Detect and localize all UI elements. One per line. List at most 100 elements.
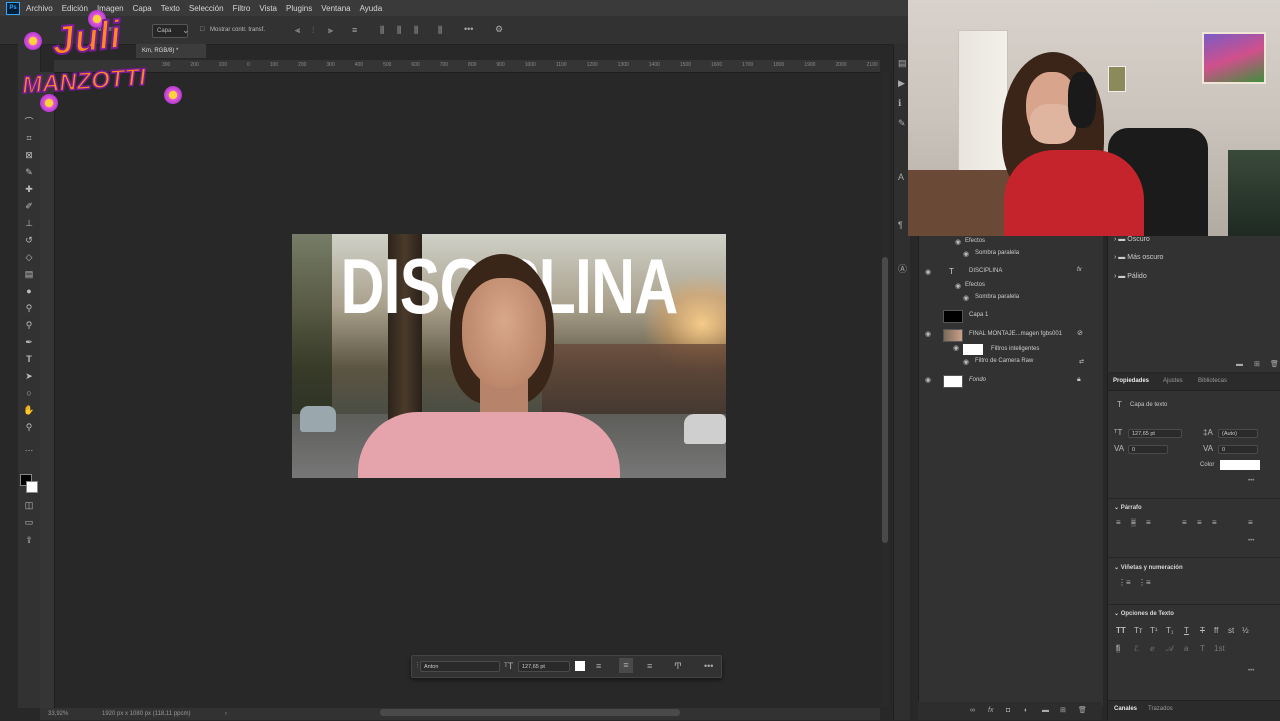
artwork-image[interactable]: DISCIPLINA: [292, 234, 726, 478]
tab-bibliotecas[interactable]: Bibliotecas: [1198, 378, 1227, 384]
justify-last-center-icon[interactable]: ≡: [1197, 518, 1202, 527]
font-size-select[interactable]: 127,65 pt: [518, 661, 570, 672]
underline-icon[interactable]: T: [1184, 626, 1189, 635]
paragraph-panel-icon[interactable]: ¶: [898, 220, 903, 230]
character-panel-icon[interactable]: A: [898, 172, 904, 182]
bulleted-list-icon[interactable]: ⋮≡: [1118, 578, 1131, 587]
smart-filters-row[interactable]: ◉ Filtros inteligentes: [919, 344, 1103, 356]
menu-seleccion[interactable]: Selección: [189, 4, 224, 13]
strikethrough-icon[interactable]: T: [1200, 626, 1205, 635]
add-mask-icon[interactable]: ◘: [1006, 706, 1010, 716]
distribute-center-icon[interactable]: ⫼: [397, 25, 401, 35]
vertical-ruler[interactable]: [40, 72, 55, 708]
subscript-icon[interactable]: T₁: [1166, 626, 1174, 635]
more-options-icon[interactable]: •••: [1248, 668, 1254, 674]
menu-ayuda[interactable]: Ayuda: [360, 4, 383, 13]
zoom-tool-icon[interactable]: ⚲: [23, 421, 35, 433]
font-size-field[interactable]: 127,65 pt: [1128, 429, 1182, 438]
eye-icon[interactable]: ◉: [963, 250, 969, 258]
tracking-field[interactable]: 0: [1218, 445, 1258, 454]
menu-filtro[interactable]: Filtro: [233, 4, 251, 13]
text-color-swatch[interactable]: [575, 661, 585, 671]
distribute-spacing-icon[interactable]: ⫼: [438, 25, 442, 35]
lasso-tool-icon[interactable]: ⌒: [23, 116, 35, 128]
contextual-alternates-icon[interactable]: ℰ: [1134, 644, 1139, 653]
more-options-icon[interactable]: •••: [704, 661, 713, 671]
small-caps-icon[interactable]: Tт: [1134, 626, 1143, 635]
zoom-level[interactable]: 33,92%: [48, 708, 68, 720]
menu-vista[interactable]: Vista: [259, 4, 277, 13]
standard-ligature-icon[interactable]: fi: [1116, 644, 1120, 653]
eye-icon[interactable]: ◉: [925, 376, 931, 384]
play-actions-icon[interactable]: ▶: [898, 78, 905, 88]
glyphs-panel-icon[interactable]: Ⓐ: [898, 264, 907, 274]
align-right-icon[interactable]: ≡: [647, 661, 652, 671]
frame-tool-icon[interactable]: ⊠: [23, 149, 35, 161]
brush-settings-icon[interactable]: ✎: [898, 118, 906, 128]
numbered-list-icon[interactable]: ⋮≡: [1138, 578, 1151, 587]
superscript-icon[interactable]: T¹: [1150, 626, 1158, 635]
more-options-icon[interactable]: •••: [1248, 478, 1254, 484]
paragraph-section-title[interactable]: ⌄ Párrafo: [1114, 504, 1142, 511]
text-options-icon[interactable]: Ͳ: [674, 661, 682, 671]
layer-row-fondo[interactable]: ◉ Fondo 🔒︎: [919, 374, 1103, 388]
checkbox-icon[interactable]: □: [200, 25, 204, 35]
more-options-icon[interactable]: •••: [464, 24, 473, 34]
new-layer-icon[interactable]: ⊞: [1060, 706, 1066, 716]
filter-mask-thumbnail[interactable]: [963, 344, 983, 355]
horizontal-scrollbar[interactable]: [380, 709, 680, 716]
add-layer-style-icon[interactable]: fx: [988, 706, 993, 716]
chevron-right-icon[interactable]: ›: [225, 708, 227, 720]
ordinal-icon[interactable]: st: [1228, 626, 1234, 635]
ellipse-tool-icon[interactable]: ○: [23, 387, 35, 399]
more-tools-icon[interactable]: …: [23, 442, 35, 454]
swash-icon[interactable]: 𝒜: [1166, 644, 1174, 654]
distribute-top-icon[interactable]: ⫼: [380, 25, 384, 35]
ligature-icon[interactable]: ff: [1214, 626, 1218, 635]
kerning-field[interactable]: 0: [1128, 445, 1168, 454]
align-horizontal-centers-icon[interactable]: ⫶: [312, 25, 314, 35]
path-selection-tool-icon[interactable]: ➤: [23, 370, 35, 382]
titling-alternates-icon[interactable]: T: [1200, 644, 1205, 653]
justify-last-right-icon[interactable]: ≡: [1212, 518, 1217, 527]
gradient-tool-icon[interactable]: ▤: [23, 268, 35, 280]
link-layers-icon[interactable]: ∞: [970, 706, 975, 716]
show-transform-controls[interactable]: Mostrar contr. transf.: [206, 24, 269, 36]
eye-icon[interactable]: ◉: [963, 294, 969, 302]
fx-icon[interactable]: fx: [1077, 267, 1082, 273]
vertical-scrollbar[interactable]: [881, 72, 889, 706]
align-center-icon[interactable]: ≡: [619, 658, 633, 673]
eraser-tool-icon[interactable]: ◇: [23, 251, 35, 263]
distribute-bottom-icon[interactable]: ⫼: [414, 25, 418, 35]
crop-tool-icon[interactable]: ⌗: [23, 132, 35, 144]
more-options-icon[interactable]: •••: [1248, 538, 1254, 544]
old-style-icon[interactable]: 1st: [1214, 644, 1225, 653]
swatch-group-oscuro[interactable]: › ▬ Oscuro: [1114, 236, 1150, 243]
align-center-icon[interactable]: ≡: [1131, 518, 1136, 527]
burn-tool-icon[interactable]: ⚲: [23, 319, 35, 331]
new-folder-icon[interactable]: ▬: [1236, 360, 1243, 370]
type-tool-icon[interactable]: T: [23, 353, 35, 365]
bullets-section-title[interactable]: ⌄ Viñetas y numeración: [1114, 564, 1183, 571]
quick-mask-icon[interactable]: ◫: [23, 499, 35, 511]
screen-mode-icon[interactable]: ▭: [23, 516, 35, 528]
scrollbar-thumb[interactable]: [882, 257, 888, 543]
align-left-icon[interactable]: ≡: [596, 661, 601, 671]
align-right-icon[interactable]: ≡: [1146, 518, 1151, 527]
justify-all-icon[interactable]: ≡: [1248, 518, 1253, 527]
history-brush-tool-icon[interactable]: ↺: [23, 234, 35, 246]
tab-canales[interactable]: Canales: [1114, 706, 1137, 712]
menu-plugins[interactable]: Plugins: [286, 4, 312, 13]
faux-bold-icon[interactable]: TT: [1116, 626, 1126, 635]
align-left-icon[interactable]: ≡: [1116, 518, 1121, 527]
menu-ventana[interactable]: Ventana: [321, 4, 350, 13]
hand-tool-icon[interactable]: ✋: [23, 404, 35, 416]
align-right-edges-icon[interactable]: ⫸: [328, 25, 333, 35]
info-panel-icon[interactable]: ℹ: [898, 98, 901, 108]
tab-propiedades[interactable]: Propiedades: [1113, 378, 1149, 384]
pen-tool-icon[interactable]: ✒: [23, 336, 35, 348]
filter-options-icon[interactable]: ⇄: [1079, 358, 1084, 365]
justify-last-left-icon[interactable]: ≡: [1182, 518, 1187, 527]
gear-icon[interactable]: ⚙: [495, 24, 503, 34]
text-color-swatch[interactable]: [1220, 460, 1260, 470]
